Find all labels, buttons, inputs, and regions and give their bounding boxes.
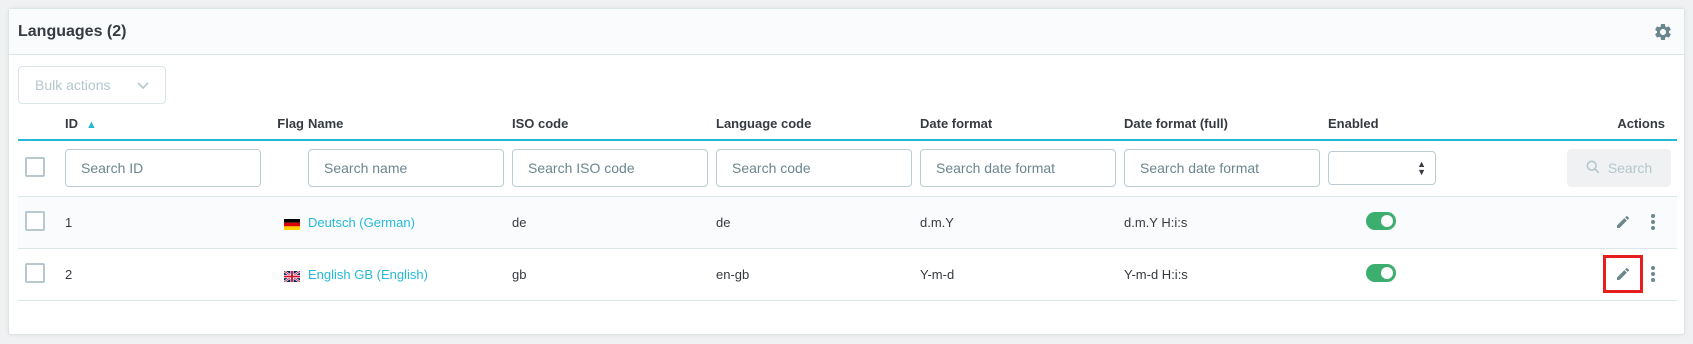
search-icon bbox=[1586, 160, 1600, 177]
row-iso: de bbox=[512, 196, 716, 249]
bulk-actions-button[interactable]: Bulk actions bbox=[18, 66, 166, 104]
edit-icon[interactable] bbox=[1603, 203, 1643, 241]
enabled-filter-select[interactable]: ▲ ▼ bbox=[1328, 151, 1436, 186]
edit-icon[interactable] bbox=[1603, 255, 1643, 293]
languages-table: ID ▲ Flag Name ISO code Language code Dat… bbox=[18, 108, 1677, 301]
column-header-enabled[interactable]: Enabled bbox=[1328, 108, 1452, 141]
more-vertical-icon[interactable] bbox=[1651, 214, 1655, 230]
sort-ascending-icon[interactable]: ▲ bbox=[86, 119, 97, 131]
de-flag-icon bbox=[284, 218, 300, 230]
search-code-input[interactable] bbox=[716, 149, 912, 188]
search-id-input[interactable] bbox=[65, 149, 261, 188]
table-header-row: ID ▲ Flag Name ISO code Language code Dat… bbox=[18, 108, 1677, 141]
row-actions bbox=[1452, 203, 1669, 241]
column-header-flag: Flag bbox=[269, 108, 308, 141]
search-button[interactable]: Search bbox=[1567, 149, 1671, 188]
row-checkbox[interactable] bbox=[25, 262, 45, 283]
language-name-link[interactable]: English GB (English) bbox=[308, 267, 428, 282]
row-date-format-full: Y-m-d H:i:s bbox=[1124, 248, 1328, 301]
enabled-toggle[interactable] bbox=[1366, 211, 1396, 230]
language-name-link[interactable]: Deutsch (German) bbox=[308, 215, 415, 230]
search-date-format-full-input[interactable] bbox=[1124, 149, 1320, 188]
header-select-col bbox=[18, 108, 65, 141]
search-date-format-input[interactable] bbox=[920, 149, 1116, 188]
filter-row: ▲▼ Search bbox=[18, 140, 1677, 197]
row-language-code: de bbox=[716, 196, 920, 249]
column-header-iso[interactable]: ISO code bbox=[512, 108, 716, 141]
row-checkbox[interactable] bbox=[25, 210, 45, 231]
column-header-id[interactable]: ID ▲ bbox=[65, 108, 269, 141]
column-header-date-format[interactable]: Date format bbox=[920, 108, 1124, 141]
select-all-checkbox[interactable] bbox=[25, 156, 45, 177]
column-header-language-code[interactable]: Language code bbox=[716, 108, 920, 141]
more-vertical-icon[interactable] bbox=[1651, 266, 1655, 282]
card-header: Languages (2) bbox=[9, 9, 1684, 55]
enabled-toggle[interactable] bbox=[1366, 263, 1396, 282]
row-id: 2 bbox=[65, 248, 269, 301]
row-date-format: d.m.Y bbox=[920, 196, 1124, 249]
search-button-label: Search bbox=[1607, 160, 1653, 177]
select-arrows-icon: ▲ ▼ bbox=[1417, 159, 1426, 178]
row-iso: gb bbox=[512, 248, 716, 301]
card-body: Bulk actions ID ▲ Flag Name ISO code Lan… bbox=[9, 55, 1684, 301]
search-iso-input[interactable] bbox=[512, 149, 708, 188]
search-name-input[interactable] bbox=[308, 149, 504, 188]
column-header-name[interactable]: Name bbox=[308, 108, 512, 141]
column-header-actions: Actions bbox=[1452, 108, 1677, 141]
gear-icon[interactable] bbox=[1652, 21, 1674, 43]
row-date-format-full: d.m.Y H:i:s bbox=[1124, 196, 1328, 249]
row-actions bbox=[1452, 255, 1669, 293]
table-row: 1 Deutsch (German) de de d.m.Y d.m.Y H:i… bbox=[18, 196, 1677, 249]
bulk-actions-label: Bulk actions bbox=[35, 77, 111, 93]
row-id: 1 bbox=[65, 196, 269, 249]
chevron-down-icon bbox=[137, 77, 149, 93]
row-language-code: en-gb bbox=[716, 248, 920, 301]
page-title: Languages (2) bbox=[18, 22, 127, 40]
languages-card: Languages (2) Bulk actions ID ▲ Flag Nam… bbox=[8, 8, 1685, 335]
gb-flag-icon bbox=[283, 269, 301, 283]
row-date-format: Y-m-d bbox=[920, 248, 1124, 301]
table-row: 2 English GB (English) gb en-gb Y-m-d Y-… bbox=[18, 248, 1677, 301]
column-header-date-format-full[interactable]: Date format (full) bbox=[1124, 108, 1328, 141]
